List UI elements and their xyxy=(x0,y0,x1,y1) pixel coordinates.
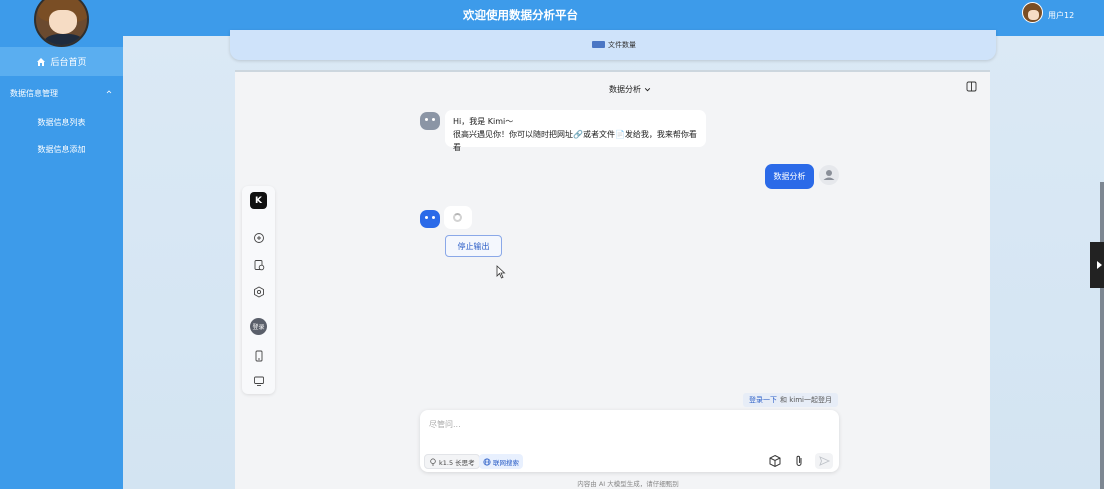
nav-group-label: 数据信息管理 xyxy=(10,88,58,98)
globe-icon xyxy=(483,457,491,466)
web-search-label: 联网搜索 xyxy=(493,458,519,467)
user-message: 数据分析 xyxy=(765,164,814,189)
nav-home[interactable]: 后台首页 xyxy=(0,47,123,76)
login-button[interactable]: 登录 xyxy=(250,318,267,335)
user-avatar-icon xyxy=(819,165,839,185)
bot-greeting-line1: Hi，我是 Kimi～ xyxy=(453,117,514,126)
chat-input-placeholder[interactable]: 尽管问... xyxy=(429,419,461,430)
sidebar-item-label: 数据信息添加 xyxy=(37,145,86,154)
legend-label: 文件数量 xyxy=(608,41,636,49)
bot-message: Hi，我是 Kimi～ 很高兴遇见你！你可以随时把网址🔗或者文件📄发给我，我来帮… xyxy=(445,110,706,152)
send-icon xyxy=(819,456,831,466)
kimi-logo[interactable]: K xyxy=(250,192,267,209)
user-message-text: 数据分析 xyxy=(773,172,806,181)
side-panel-toggle[interactable] xyxy=(1090,242,1104,288)
bulb-icon xyxy=(430,458,436,465)
spinner-icon xyxy=(453,213,462,222)
chart-legend-card: 文件数量 xyxy=(230,30,996,60)
loading-bubble xyxy=(444,206,472,229)
chat-input-box[interactable]: 尽管问... k1.5 长思考 联网搜索 xyxy=(420,410,839,472)
sidebar-avatar xyxy=(34,0,89,47)
page-title: 欢迎使用数据分析平台 xyxy=(463,8,578,22)
kimi-chat-panel: 数据分析 K 登录 Hi，我是 Kimi～ 很高兴遇见你！你可以随时把网址🔗或者… xyxy=(235,70,990,489)
chevron-up-icon xyxy=(106,90,112,94)
explore-icon[interactable] xyxy=(250,283,267,300)
tool-rail: K 登录 xyxy=(242,186,275,394)
bot-avatar-icon xyxy=(420,112,440,130)
nav-group-data[interactable]: 数据信息管理 xyxy=(0,84,123,102)
mobile-icon[interactable] xyxy=(250,347,267,364)
attachment-icon[interactable] xyxy=(792,454,806,468)
login-link[interactable]: 登录一下 xyxy=(749,395,777,405)
page-scrollbar[interactable] xyxy=(1100,182,1104,489)
sidebar: 后台首页 数据信息管理 数据信息列表 数据信息添加 xyxy=(0,0,123,489)
cube-icon[interactable] xyxy=(768,454,782,468)
ai-disclaimer: 内容由 AI 大模型生成，请仔细甄别 xyxy=(577,480,679,488)
legend-swatch xyxy=(592,41,605,48)
split-view-icon[interactable] xyxy=(966,81,977,92)
user-avatar[interactable] xyxy=(1022,2,1043,23)
login-hint: 登录一下 和 kimi一起登月 xyxy=(743,393,838,407)
login-hint-text: 和 kimi一起登月 xyxy=(780,396,832,404)
history-icon[interactable] xyxy=(250,256,267,273)
chevron-right-icon xyxy=(1097,261,1102,269)
sidebar-item-list[interactable]: 数据信息列表 xyxy=(0,117,123,128)
model-label: 数据分析 xyxy=(609,85,641,94)
sidebar-item-add[interactable]: 数据信息添加 xyxy=(0,144,123,155)
stop-output-button[interactable]: 停止输出 xyxy=(445,235,502,257)
bot-greeting-line2: 很高兴遇见你！你可以随时把网址🔗或者文件📄发给我，我来帮你看看 xyxy=(453,130,697,152)
mouse-cursor-icon xyxy=(496,265,506,279)
web-search-toggle[interactable]: 联网搜索 xyxy=(479,454,523,469)
send-button[interactable] xyxy=(815,453,833,469)
username[interactable]: 用户12 xyxy=(1048,10,1074,21)
nav-home-label: 后台首页 xyxy=(50,58,87,68)
sidebar-item-label: 数据信息列表 xyxy=(37,118,86,127)
new-chat-icon[interactable] xyxy=(250,229,267,246)
home-icon xyxy=(37,57,46,66)
model-selector[interactable]: 数据分析 xyxy=(609,84,651,95)
bot-avatar-icon xyxy=(420,210,440,228)
chevron-down-icon xyxy=(644,88,651,92)
desktop-icon[interactable] xyxy=(250,372,267,389)
long-think-toggle[interactable]: k1.5 长思考 xyxy=(424,454,480,469)
long-think-label: k1.5 长思考 xyxy=(439,458,475,467)
